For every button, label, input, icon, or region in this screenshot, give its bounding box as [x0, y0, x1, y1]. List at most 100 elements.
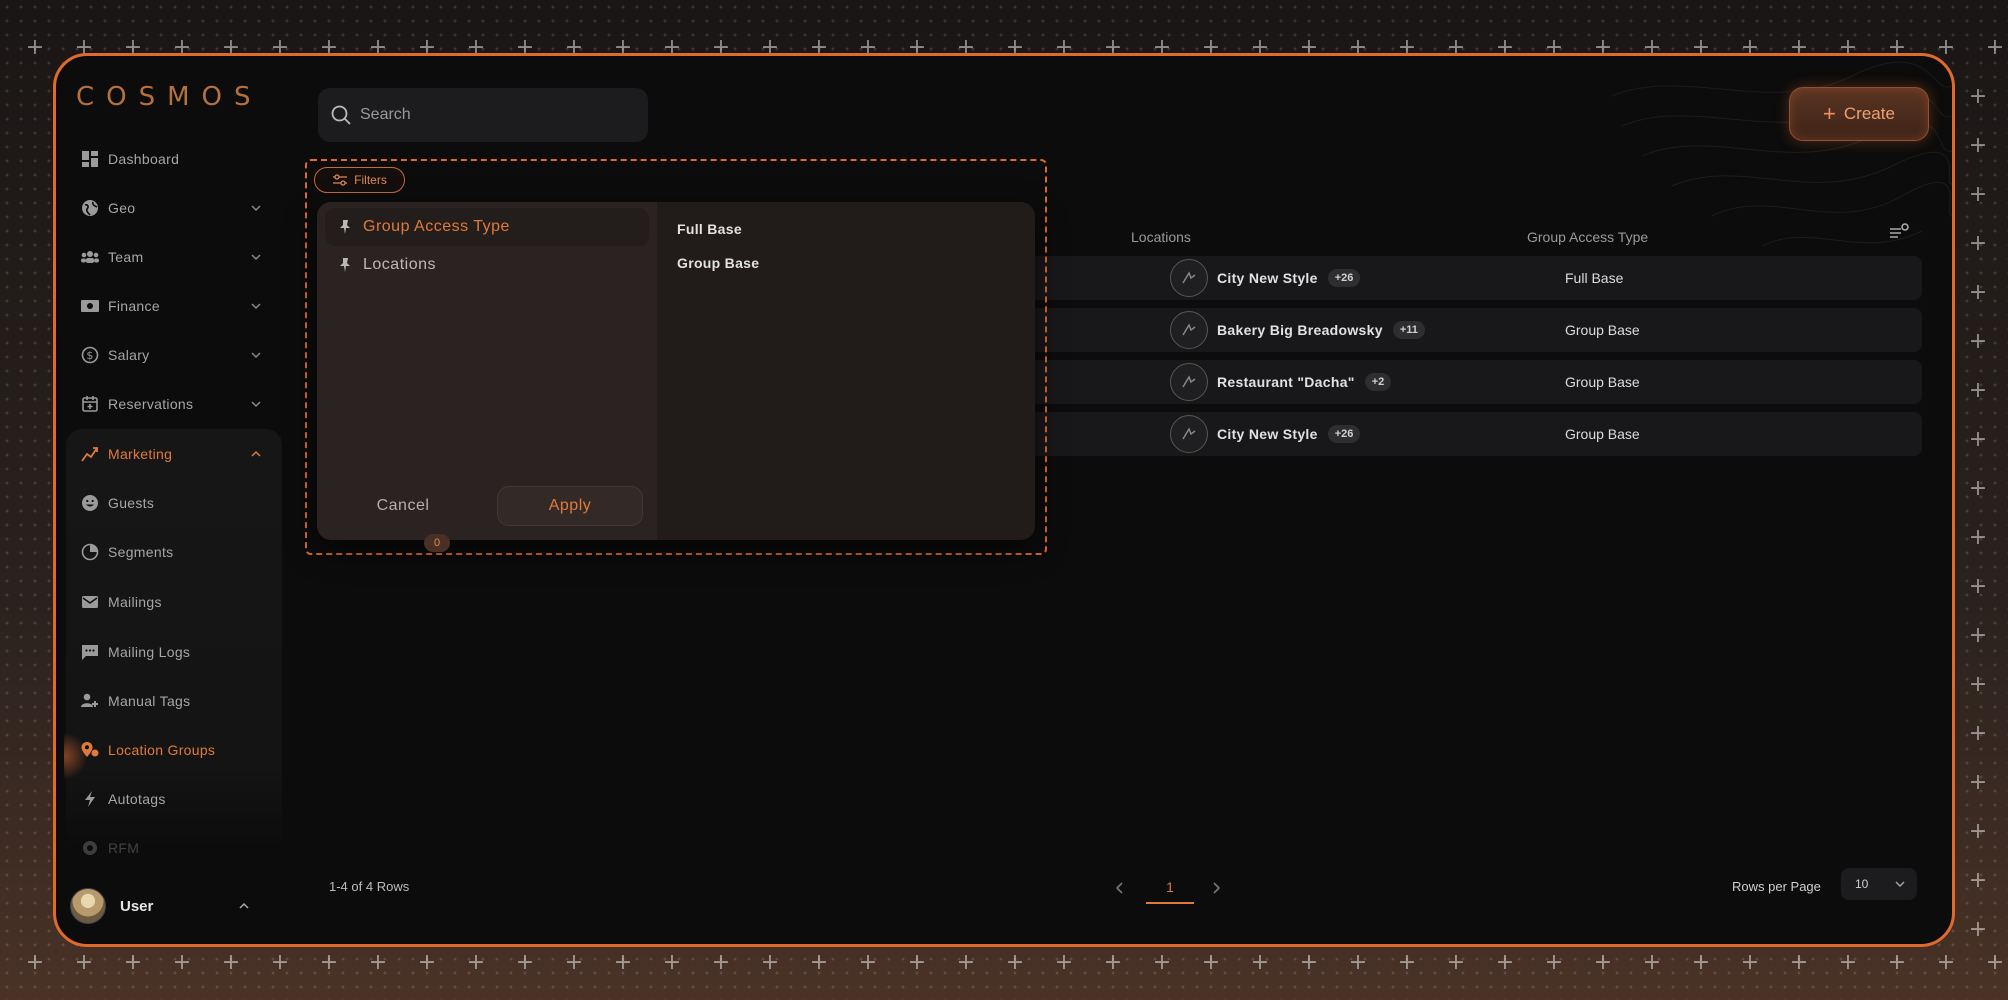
plus-decoration: +	[1968, 868, 1988, 893]
sidebar-item-finance[interactable]: Finance	[66, 286, 278, 326]
rows-per-page-label: Rows per Page	[1732, 879, 1821, 894]
column-settings-icon[interactable]	[1888, 221, 1910, 243]
location-cell: Restaurant "Dacha" +2	[1170, 360, 1392, 404]
location-name: Restaurant "Dacha"	[1217, 374, 1355, 390]
plus-decoration: +	[1201, 950, 1221, 975]
brand-logo[interactable]: COSMOS	[76, 82, 263, 112]
sidebar-item-reservations[interactable]: Reservations	[66, 384, 278, 424]
create-button[interactable]: + Create	[1789, 87, 1929, 141]
filter-category-label: Locations	[363, 256, 436, 273]
plus-decoration: +	[1936, 35, 1956, 60]
plus-decoration: +	[1642, 950, 1662, 975]
plus-decoration: +	[760, 950, 780, 975]
plus-decoration: +	[1968, 378, 1988, 403]
chevron-left-icon[interactable]	[1110, 878, 1130, 898]
column-header-group-access-type[interactable]: Group Access Type	[1527, 229, 1648, 245]
sidebar-item-rfm[interactable]: RFM	[66, 828, 278, 868]
rows-per-page-select[interactable]: 10	[1841, 868, 1917, 900]
plus-decoration: +	[123, 950, 143, 975]
plus-icon: +	[1823, 101, 1836, 126]
column-header-locations[interactable]: Locations	[1131, 229, 1191, 245]
chevron-right-icon[interactable]	[1206, 878, 1226, 898]
plus-decoration: +	[1005, 950, 1025, 975]
plus-decoration: +	[1495, 950, 1515, 975]
plus-decoration: +	[1968, 329, 1988, 354]
sidebar-item-team[interactable]: Team	[66, 237, 278, 277]
sidebar-item-label: Mailings	[108, 594, 162, 610]
sidebar-item-label: Dashboard	[108, 151, 180, 167]
pin-icon	[340, 258, 350, 272]
user-menu[interactable]: User	[70, 884, 270, 928]
guests-icon	[80, 493, 100, 513]
filter-category-label: Group Access Type	[363, 218, 510, 235]
chevron-down-icon	[251, 205, 261, 212]
more-locations-badge[interactable]: +26	[1327, 269, 1361, 287]
filter-option-full-base[interactable]: Full Base	[677, 221, 742, 237]
filter-category-locations[interactable]: Locations	[325, 246, 649, 284]
search-input[interactable]	[360, 106, 620, 124]
plus-decoration: +	[1968, 770, 1988, 795]
plus-decoration: +	[1691, 950, 1711, 975]
apply-button[interactable]: Apply	[497, 486, 643, 526]
group-access-type-cell: Group Base	[1565, 374, 1640, 390]
plus-decoration: +	[1054, 950, 1074, 975]
filter-option-group-base[interactable]: Group Base	[677, 255, 759, 271]
sidebar-item-salary[interactable]: $ Salary	[66, 335, 278, 375]
search-bar[interactable]	[318, 88, 648, 142]
sidebar-item-location-groups[interactable]: Location Groups	[66, 730, 278, 770]
plus-decoration: +	[1348, 950, 1368, 975]
sidebar-item-geo[interactable]: Geo	[66, 188, 278, 228]
sidebar-item-mailings[interactable]: Mailings	[66, 582, 278, 622]
group-access-type-cell: Full Base	[1565, 270, 1624, 286]
cancel-button[interactable]: Cancel	[343, 486, 463, 526]
plus-decoration: +	[613, 950, 633, 975]
create-button-label: Create	[1843, 104, 1895, 123]
plus-decoration: +	[1103, 950, 1123, 975]
bolt-icon	[80, 789, 100, 809]
plus-decoration: +	[1968, 917, 1988, 942]
plus-decoration: +	[1838, 950, 1858, 975]
plus-decoration: +	[1968, 525, 1988, 550]
plus-decoration: +	[1544, 950, 1564, 975]
plus-decoration: +	[662, 950, 682, 975]
more-locations-badge[interactable]: +11	[1392, 321, 1425, 339]
sidebar-item-mailing-logs[interactable]: Mailing Logs	[66, 632, 278, 672]
more-locations-badge[interactable]: +26	[1327, 425, 1361, 443]
globe-icon	[80, 198, 100, 218]
sidebar-item-guests[interactable]: Guests	[66, 483, 278, 523]
finance-icon	[80, 296, 100, 316]
location-name: City New Style	[1217, 426, 1318, 442]
avatar	[70, 888, 106, 924]
chevron-down-icon	[251, 352, 261, 359]
plus-decoration: +	[466, 950, 486, 975]
chevron-down-icon	[251, 303, 261, 310]
location-cell: City New Style +26	[1170, 256, 1361, 300]
sidebar-item-manual-tags[interactable]: Manual Tags	[66, 681, 278, 721]
plus-decoration: +	[74, 950, 94, 975]
plus-decoration: +	[1299, 950, 1319, 975]
sidebar-item-segments[interactable]: Segments	[66, 532, 278, 572]
pagination: 1	[1056, 868, 1221, 908]
chevron-down-icon	[1895, 881, 1905, 887]
sidebar-item-label: Segments	[108, 544, 174, 560]
plus-decoration: +	[319, 950, 339, 975]
plus-decoration: +	[368, 950, 388, 975]
filters-button[interactable]: Filters	[314, 167, 405, 193]
sidebar-item-dashboard[interactable]: Dashboard	[66, 139, 278, 179]
plus-decoration: +	[1968, 476, 1988, 501]
reservations-icon	[80, 394, 100, 414]
filter-category-group-access-type[interactable]: Group Access Type	[325, 208, 649, 246]
sidebar-item-marketing[interactable]: Marketing	[66, 434, 278, 474]
plus-decoration: +	[1968, 280, 1988, 305]
location-cell: Bakery Big Breadowsky +11	[1170, 308, 1425, 352]
sidebar-item-label: Finance	[108, 298, 160, 314]
rows-info: 1-4 of 4 Rows	[329, 879, 410, 894]
sidebar-item-autotags[interactable]: Autotags	[66, 779, 278, 819]
location-cell: City New Style +26	[1170, 412, 1361, 456]
more-locations-badge[interactable]: +2	[1364, 373, 1392, 391]
page-number[interactable]: 1	[1146, 874, 1194, 904]
sidebar-item-label: Marketing	[108, 446, 173, 462]
rows-per-page-value: 10	[1855, 877, 1869, 891]
plus-decoration: +	[25, 950, 45, 975]
marketing-icon	[80, 444, 100, 464]
